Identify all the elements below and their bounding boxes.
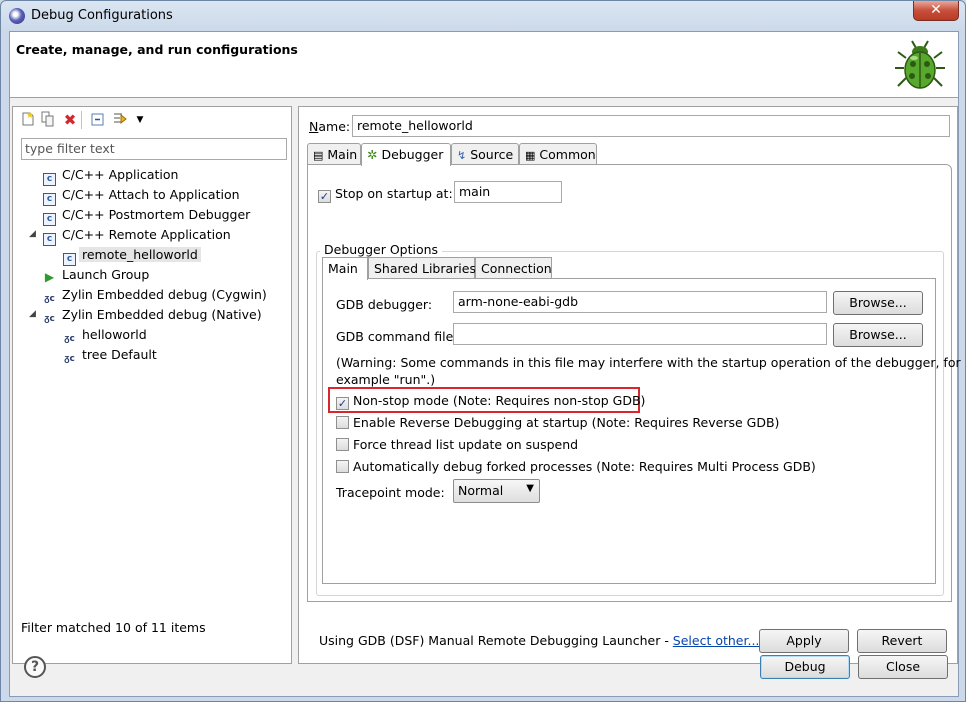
duplicate-icon[interactable]	[39, 111, 57, 129]
debugger-options-title: Debugger Options	[320, 242, 443, 257]
gdb-debugger-browse-button[interactable]: Browse...	[833, 291, 923, 315]
tree-item-zylin-cygwin[interactable]: ᵹc Zylin Embedded debug (Cygwin)	[43, 285, 267, 305]
debugger-main-panel: GDB debugger: arm-none-eabi-gdb Browse..…	[322, 278, 961, 584]
debug-forked-processes-checkbox[interactable]: Automatically debug forked processes (No…	[336, 459, 816, 474]
non-stop-mode-checkbox[interactable]: ✓ Non-stop mode (Note: Requires non-stop …	[336, 393, 645, 410]
common-tab-icon: ▦	[525, 149, 536, 162]
tracepoint-mode-select[interactable]: Normal ▼	[453, 479, 540, 503]
zylin-icon: ᵹc	[44, 314, 55, 324]
gdb-command-browse-button[interactable]: Browse...	[833, 323, 923, 347]
checkbox-unchecked-icon	[336, 460, 349, 473]
expand-chevron-down-icon[interactable]: ◢	[29, 229, 36, 239]
reverse-debugging-checkbox[interactable]: Enable Reverse Debugging at startup (Not…	[336, 415, 779, 430]
launch-group-play-icon: ▶	[44, 270, 55, 284]
window-close-button[interactable]: ✕	[913, 1, 959, 21]
filter-status: Filter matched 10 of 11 items	[21, 620, 206, 635]
config-tabs: ▤ Main ✲ Debugger ↯ Source ▦ Common	[307, 143, 952, 166]
c-config-icon: c	[43, 233, 56, 246]
configuration-editor: Name: remote_helloworld ▤ Main ✲ Debugge…	[298, 106, 961, 664]
help-icon[interactable]: ?	[24, 656, 46, 678]
gdb-debugger-input[interactable]: arm-none-eabi-gdb	[453, 291, 827, 313]
inner-tab-main[interactable]: Main	[322, 257, 368, 280]
expand-chevron-down-icon[interactable]: ◢	[29, 309, 36, 319]
gdb-command-file-input[interactable]	[453, 323, 827, 345]
zylin-icon: ᵹc	[64, 354, 75, 364]
tree-item-cpp-postmortem[interactable]: c C/C++ Postmortem Debugger	[43, 205, 250, 226]
name-input[interactable]: remote_helloworld	[352, 115, 950, 137]
inner-tab-connection[interactable]: Connection	[475, 257, 552, 279]
warning-text-line2: example "run".)	[336, 372, 436, 387]
name-label: Name:	[309, 119, 351, 134]
debugger-tab-panel: ✓ Stop on startup at: main Debugger Optio…	[307, 164, 961, 602]
delete-icon[interactable]: ✖	[61, 111, 79, 129]
tab-common[interactable]: ▦ Common	[519, 143, 597, 165]
tree-item-cpp-application[interactable]: c C/C++ Application	[43, 165, 178, 186]
inner-tab-shared-libraries[interactable]: Shared Libraries	[368, 257, 476, 279]
apply-button[interactable]: Apply	[759, 629, 849, 653]
debug-configurations-window: Debug Configurations ✕ Create, manage, a…	[0, 0, 966, 702]
gdb-command-file-label: GDB command file:	[336, 329, 458, 344]
launcher-info: Using GDB (DSF) Manual Remote Debugging …	[319, 633, 760, 648]
checkbox-unchecked-icon	[336, 438, 349, 451]
main-tab-icon: ▤	[313, 149, 324, 162]
close-button[interactable]: Close	[858, 655, 948, 679]
tree-item-launch-group[interactable]: ▶ Launch Group	[43, 265, 149, 285]
tree-item-cpp-remote-application[interactable]: c C/C++ Remote Application	[43, 225, 231, 246]
debugger-bug-icon: ✲	[367, 147, 378, 162]
banner: Create, manage, and run configurations	[10, 32, 958, 98]
force-thread-update-checkbox[interactable]: Force thread list update on suspend	[336, 437, 578, 452]
view-menu-chevron-down-icon[interactable]: ▼	[131, 111, 149, 129]
banner-title: Create, manage, and run configurations	[16, 42, 298, 57]
tree-item-zylin-native[interactable]: ᵹc Zylin Embedded debug (Native)	[43, 305, 262, 325]
chevron-down-icon: ▼	[526, 483, 534, 494]
bug-icon	[895, 40, 945, 89]
checkbox-checked-icon: ✓	[318, 190, 331, 203]
checkbox-unchecked-icon	[336, 416, 349, 429]
window-title: Debug Configurations	[31, 8, 173, 23]
select-other-link[interactable]: Select other...	[673, 633, 760, 648]
tab-main[interactable]: ▤ Main	[307, 143, 361, 165]
collapse-all-icon[interactable]	[89, 111, 107, 129]
filter-input[interactable]: type filter text	[21, 138, 287, 160]
dialog-client: Create, manage, and run configurations ✖…	[9, 31, 961, 697]
debug-button[interactable]: Debug	[760, 655, 850, 679]
tab-debugger[interactable]: ✲ Debugger	[361, 143, 451, 166]
filter-icon[interactable]	[111, 111, 129, 129]
warning-text-line1: (Warning: Some commands in this file may…	[336, 355, 961, 370]
tree-item-remote-helloworld[interactable]: c remote_helloworld	[63, 245, 201, 266]
gdb-debugger-label: GDB debugger:	[336, 297, 433, 312]
tracepoint-mode-label: Tracepoint mode:	[336, 485, 445, 500]
tree-item-cpp-attach[interactable]: c C/C++ Attach to Application	[43, 185, 240, 206]
configuration-tree-pane: ✖ ▼ type filter text c C/C++ Application …	[12, 106, 292, 664]
checkbox-checked-icon: ✓	[336, 397, 349, 410]
tree-item-tree-default[interactable]: ᵹc tree Default	[63, 345, 157, 365]
title-bar: Debug Configurations ✕	[1, 1, 965, 31]
stop-on-startup-input[interactable]: main	[454, 181, 562, 203]
eclipse-icon	[9, 8, 25, 24]
source-icon: ↯	[457, 149, 467, 162]
tree-item-helloworld[interactable]: ᵹc helloworld	[63, 325, 147, 345]
revert-button[interactable]: Revert	[857, 629, 947, 653]
stop-on-startup-checkbox[interactable]: ✓ Stop on startup at:	[318, 186, 453, 203]
new-configuration-icon[interactable]	[19, 111, 37, 129]
tab-source[interactable]: ↯ Source	[451, 143, 519, 165]
toolbar-separator	[81, 111, 83, 129]
